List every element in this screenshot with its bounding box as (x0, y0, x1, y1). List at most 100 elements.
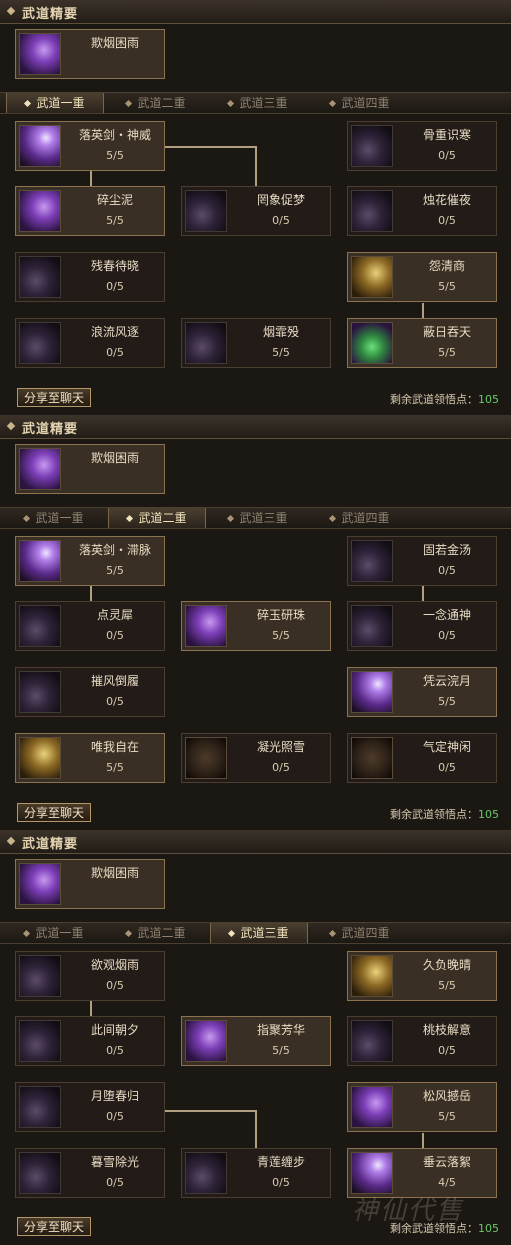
skill-node[interactable]: 烛花催夜 0/5 (347, 186, 497, 236)
skill-level: 0/5 (106, 280, 124, 293)
skill-panel-1: 武道精要 欺烟困雨 武道一重 武道二重 武道三重 武道四重 落英剑・神威 5/5… (0, 0, 511, 415)
skill-node[interactable]: 暮雪除光 0/5 (15, 1148, 165, 1198)
skill-node[interactable]: 落英剑・滞脉 5/5 (15, 536, 165, 586)
share-to-chat-button[interactable]: 分享至聊天 (17, 1217, 91, 1236)
diamond-icon (125, 99, 133, 108)
skill-node[interactable]: 松风撼岳 5/5 (347, 1082, 497, 1132)
essence-skill[interactable]: 欺烟困雨 (15, 444, 165, 494)
diamond-icon (228, 929, 236, 938)
skill-node[interactable]: 落英剑・神威 5/5 (15, 121, 165, 171)
tab-tier-4[interactable]: 武道四重 (312, 508, 408, 528)
skill-level: 0/5 (106, 695, 124, 708)
skill-node[interactable]: 罔象促梦 0/5 (181, 186, 331, 236)
skull-icon (351, 125, 393, 167)
skill-node[interactable]: 点灵犀 0/5 (15, 601, 165, 651)
skill-level: 0/5 (106, 979, 124, 992)
tab-label: 武道四重 (341, 926, 390, 940)
skill-node[interactable]: 浪流风逐 0/5 (15, 318, 165, 368)
skill-name: 唯我自在 (90, 740, 139, 754)
diamond-icon (6, 6, 16, 16)
tab-tier-3[interactable]: 武道三重 (210, 508, 306, 528)
flame-icon (351, 256, 393, 298)
monk-icon (351, 737, 393, 779)
skill-level: 0/5 (438, 629, 456, 642)
skill-node[interactable]: 怨清商 5/5 (347, 252, 497, 302)
section-header: 武道精要 (0, 0, 511, 24)
skill-level: 0/5 (438, 214, 456, 227)
skill-node[interactable]: 凝光照雪 0/5 (181, 733, 331, 783)
skill-level: 5/5 (438, 695, 456, 708)
diamond-icon (227, 514, 235, 523)
sword-slash-icon (19, 125, 61, 167)
moon-slash-icon (351, 1020, 393, 1062)
skill-name: 浪流风逐 (90, 325, 139, 339)
tab-tier-1[interactable]: 武道一重 (6, 93, 104, 113)
skill-level: 5/5 (272, 346, 290, 359)
tab-tier-3[interactable]: 武道三重 (210, 93, 306, 113)
tab-label: 武道四重 (341, 511, 390, 525)
tab-label: 武道一重 (36, 96, 85, 110)
sword-slash-icon (19, 190, 61, 232)
skill-node[interactable]: 指聚芳华 5/5 (181, 1016, 331, 1066)
skill-node[interactable]: 欲观烟雨 0/5 (15, 951, 165, 1001)
skill-node[interactable]: 气定神闲 0/5 (347, 733, 497, 783)
tree-connector (165, 1110, 256, 1112)
skill-node[interactable]: 固若金汤 0/5 (347, 536, 497, 586)
section-header: 武道精要 (0, 415, 511, 439)
skill-node[interactable]: 桃枝解意 0/5 (347, 1016, 497, 1066)
skill-name: 暮雪除光 (90, 1155, 139, 1169)
tab-label: 武道三重 (239, 96, 288, 110)
skill-panel-3: 武道精要 欺烟困雨 武道一重 武道二重 武道三重 武道四重 欲观烟雨 0/5 此… (0, 830, 511, 1245)
skill-name: 欺烟困雨 (90, 866, 139, 880)
diamond-icon (227, 99, 235, 108)
tab-tier-2[interactable]: 武道二重 (108, 508, 206, 528)
tab-label: 武道二重 (138, 511, 187, 525)
tab-tier-3[interactable]: 武道三重 (210, 923, 308, 943)
skill-name: 碎尘泥 (96, 193, 133, 207)
share-to-chat-button[interactable]: 分享至聊天 (17, 388, 91, 407)
skill-node[interactable]: 一念通神 0/5 (347, 601, 497, 651)
sword-slash-icon (185, 1020, 227, 1062)
tab-tier-4[interactable]: 武道四重 (312, 93, 408, 113)
tab-label: 武道四重 (341, 96, 390, 110)
tab-tier-2[interactable]: 武道二重 (108, 923, 204, 943)
skill-level: 5/5 (106, 564, 124, 577)
skill-node[interactable]: 碎玉研珠 5/5 (181, 601, 331, 651)
points-value: 105 (478, 393, 499, 406)
skill-name: 久负晚晴 (422, 958, 471, 972)
skill-name: 碎玉研珠 (256, 608, 305, 622)
skill-node[interactable]: 摧风倒履 0/5 (15, 667, 165, 717)
skill-node[interactable]: 烟霏殁 5/5 (181, 318, 331, 368)
skill-node[interactable]: 碎尘泥 5/5 (15, 186, 165, 236)
skill-node[interactable]: 唯我自在 5/5 (15, 733, 165, 783)
skill-name: 固若金汤 (422, 543, 471, 557)
skill-node[interactable]: 残春待晓 0/5 (15, 252, 165, 302)
diamond-icon (126, 514, 134, 523)
skill-name: 落英剑・滞脉 (78, 543, 151, 557)
skill-node[interactable]: 月堕春归 0/5 (15, 1082, 165, 1132)
skill-name: 罔象促梦 (256, 193, 305, 207)
share-to-chat-button[interactable]: 分享至聊天 (17, 803, 91, 822)
skill-name: 骨重识寒 (422, 128, 471, 142)
skill-level: 0/5 (438, 761, 456, 774)
watermark: 神仙代售 (352, 1196, 465, 1226)
skill-name: 青莲缠步 (256, 1155, 305, 1169)
skill-node[interactable]: 凭云浣月 5/5 (347, 667, 497, 717)
essence-skill[interactable]: 欺烟困雨 (15, 29, 165, 79)
skill-node[interactable]: 骨重识寒 0/5 (347, 121, 497, 171)
skill-node[interactable]: 蔽日吞天 5/5 (347, 318, 497, 368)
tab-tier-2[interactable]: 武道二重 (108, 93, 204, 113)
points-label: 剩余武道领悟点： (390, 393, 478, 406)
tab-tier-4[interactable]: 武道四重 (312, 923, 408, 943)
skill-node[interactable]: 此间朝夕 0/5 (15, 1016, 165, 1066)
tab-tier-1[interactable]: 武道一重 (6, 923, 102, 943)
moon-slash-icon (19, 1086, 61, 1128)
skill-node[interactable]: 青莲缠步 0/5 (181, 1148, 331, 1198)
diamond-icon (6, 421, 16, 431)
essence-skill[interactable]: 欺烟困雨 (15, 859, 165, 909)
skill-node[interactable]: 久负晚晴 5/5 (347, 951, 497, 1001)
tab-tier-1[interactable]: 武道一重 (6, 508, 102, 528)
tab-label: 武道一重 (35, 926, 84, 940)
skill-level: 0/5 (106, 1176, 124, 1189)
skill-name: 凭云浣月 (422, 674, 471, 688)
